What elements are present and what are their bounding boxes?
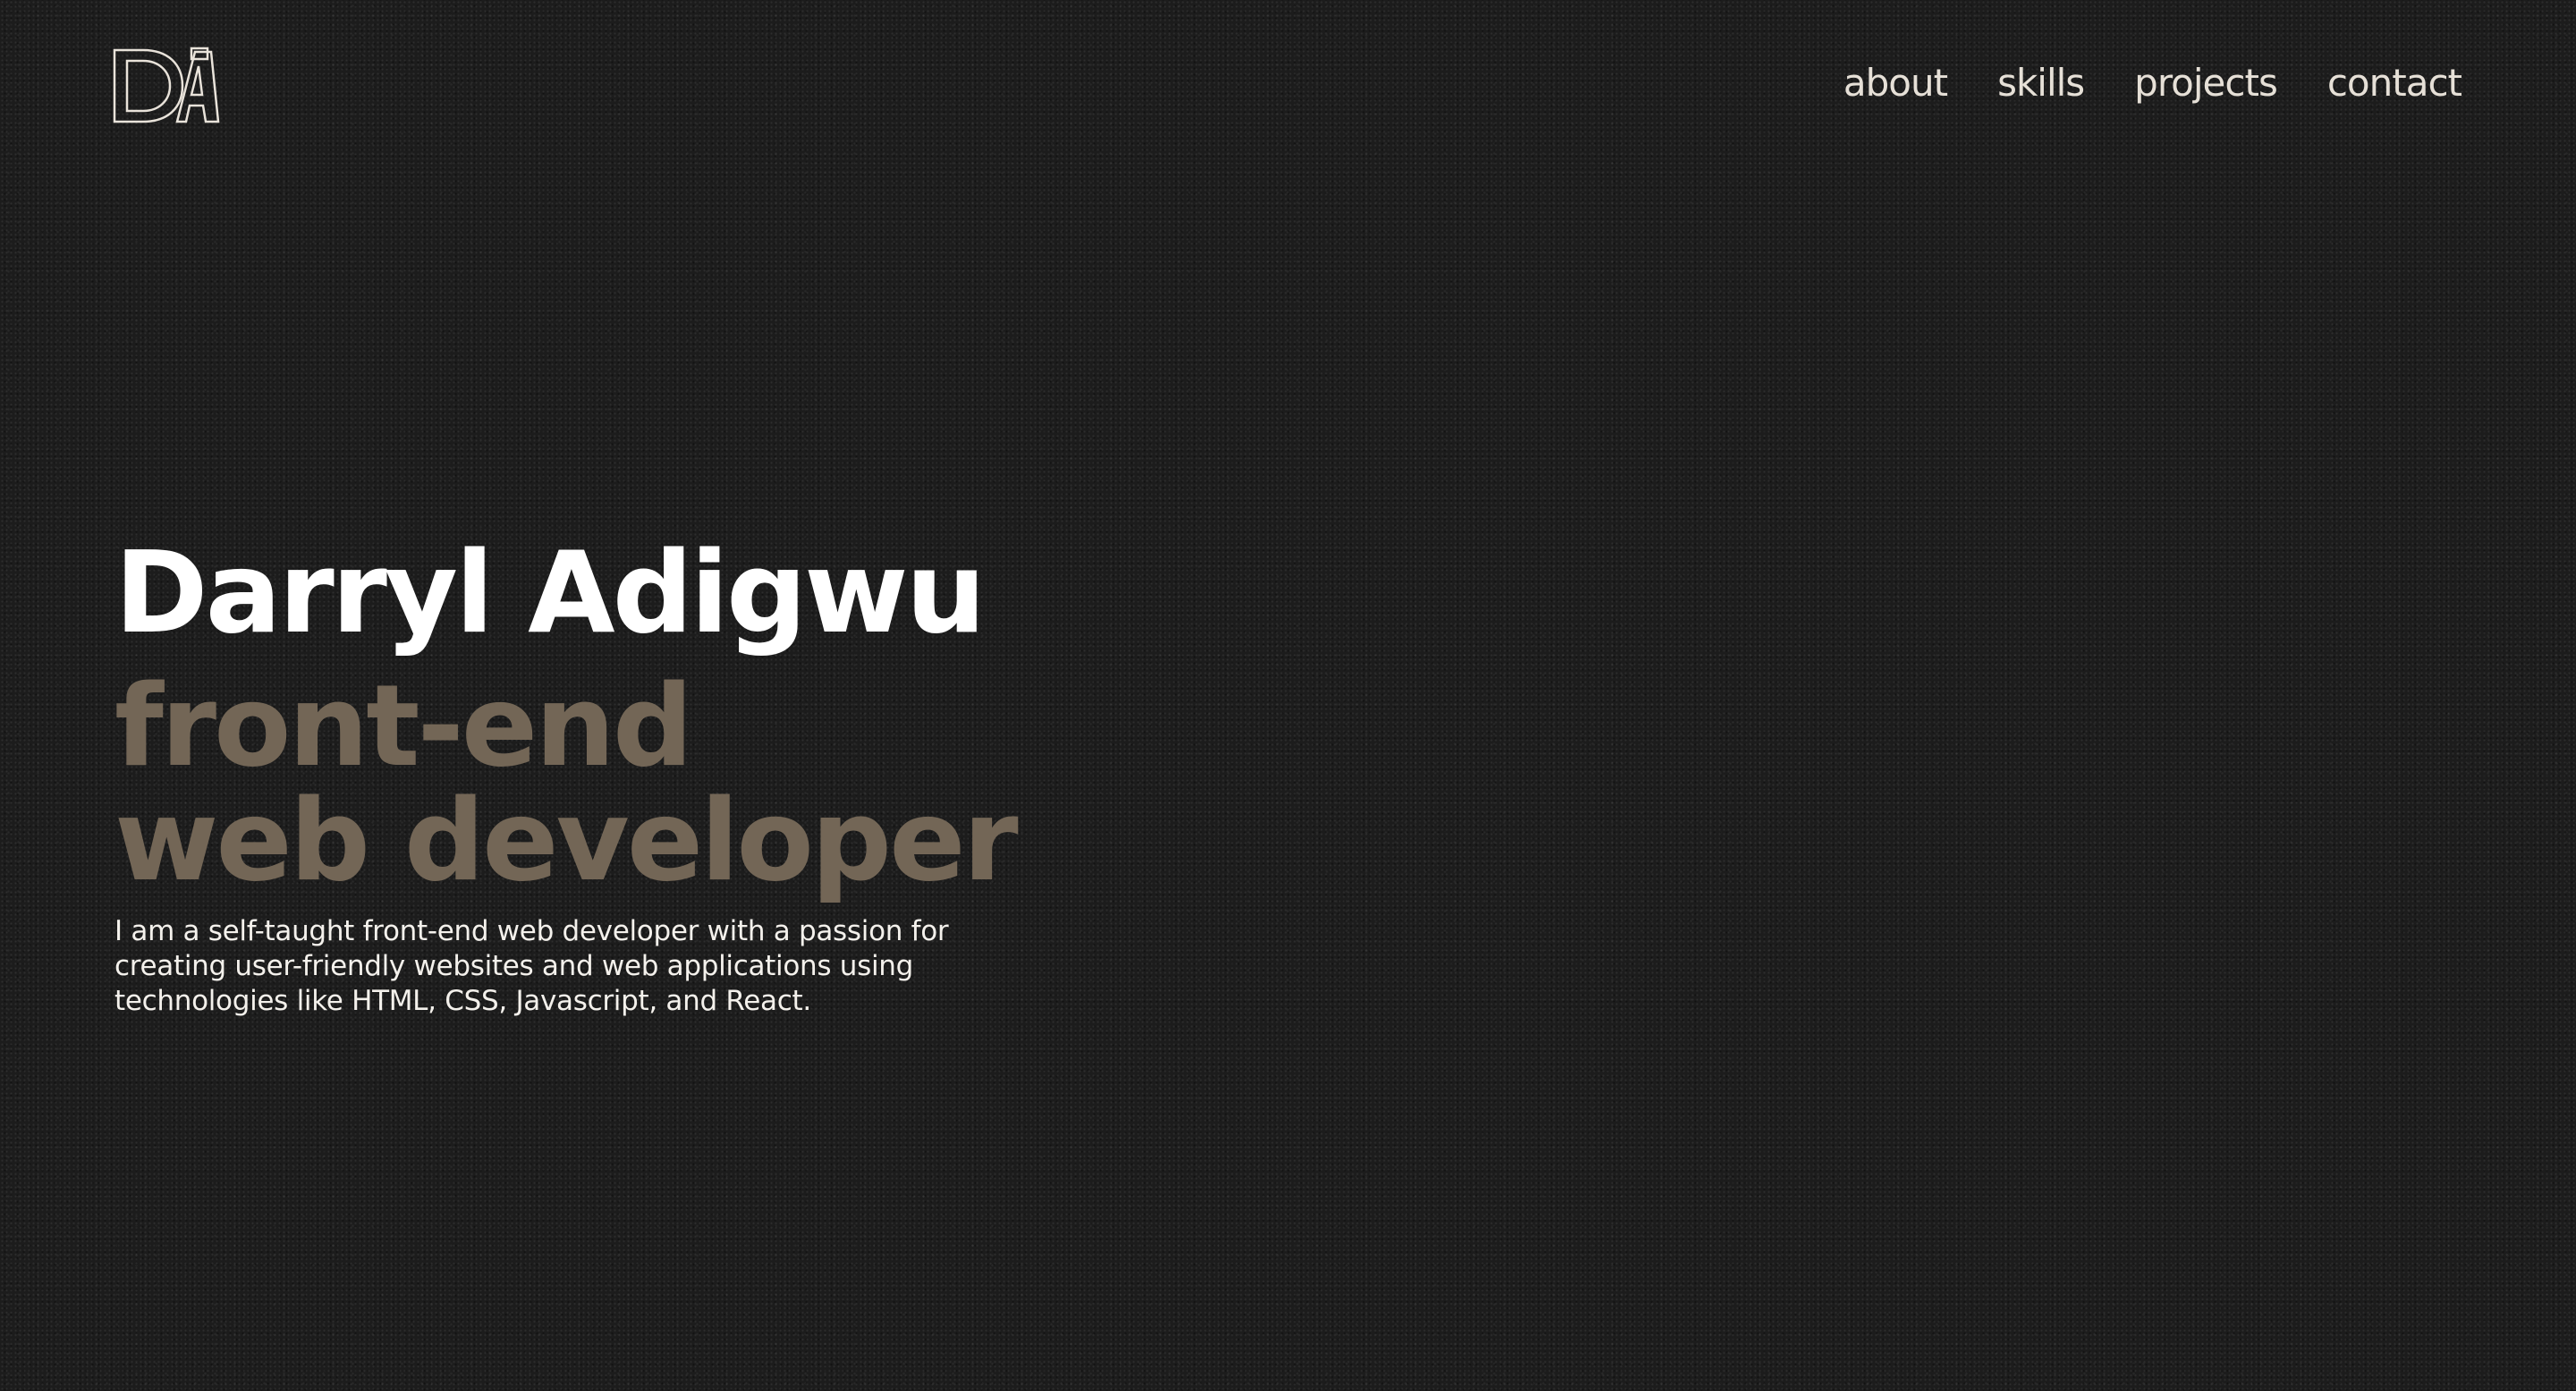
hero-role-line2: web developer <box>114 775 1019 906</box>
da-logo-icon[interactable] <box>113 47 220 123</box>
main-nav: about skills projects contact <box>1843 61 2462 105</box>
hero-role-line1: front-end <box>114 660 693 792</box>
site-header: about skills projects contact <box>0 0 2576 179</box>
hero-name: Darryl Adigwu <box>114 527 986 658</box>
hero-section: Darryl Adigwu front-end web developer I … <box>114 537 1188 1019</box>
nav-link-skills[interactable]: skills <box>1997 61 2085 105</box>
nav-link-projects[interactable]: projects <box>2134 61 2278 105</box>
nav-link-contact[interactable]: contact <box>2327 61 2462 105</box>
nav-link-about[interactable]: about <box>1843 61 1948 105</box>
hero-role: front-end web developer <box>114 669 1188 898</box>
hero-bio: I am a self-taught front-end web develop… <box>114 915 949 1017</box>
